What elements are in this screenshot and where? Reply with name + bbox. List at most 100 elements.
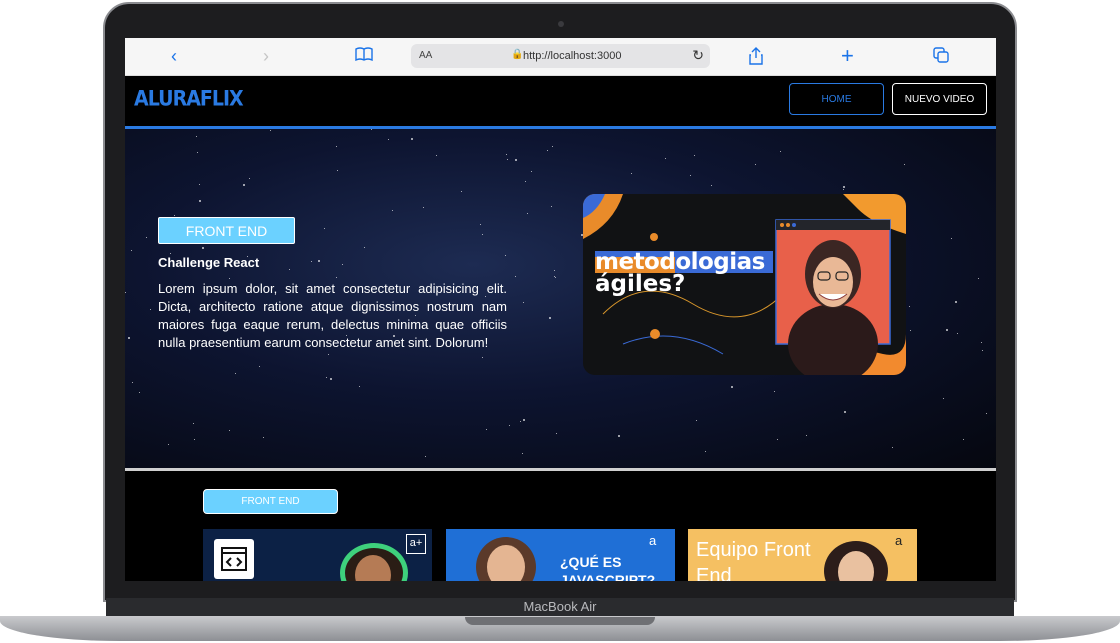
new-tab-icon[interactable]: + (841, 45, 854, 67)
new-video-button[interactable]: NUEVO VIDEO (892, 83, 987, 115)
star (951, 237, 953, 239)
star (198, 183, 200, 185)
home-button[interactable]: HOME (789, 83, 884, 115)
star (485, 428, 487, 430)
browser-toolbar: ‹ › AA 🔒 http://localhost:3000 ↻ + (125, 38, 996, 76)
star (410, 138, 413, 141)
alura-logo-icon: a (895, 533, 903, 548)
star (530, 170, 532, 172)
star (962, 439, 964, 441)
star (523, 419, 526, 421)
video-card[interactable]: Equipo Front End a (688, 529, 917, 581)
star (168, 443, 170, 445)
star (553, 276, 555, 277)
star (481, 357, 483, 359)
star (954, 301, 957, 304)
star (435, 154, 437, 156)
star (843, 411, 846, 414)
star (705, 450, 707, 452)
star (514, 276, 516, 278)
star (195, 136, 197, 138)
star (843, 188, 845, 190)
share-icon[interactable] (748, 47, 764, 68)
star (554, 269, 556, 271)
camera-icon (558, 21, 564, 27)
star (892, 446, 894, 448)
star (258, 365, 260, 367)
star (192, 423, 194, 425)
star (145, 237, 147, 239)
hero-title: Challenge React (158, 255, 260, 270)
star (370, 129, 372, 130)
star (125, 292, 127, 294)
star (777, 438, 779, 440)
star (519, 421, 521, 423)
star (910, 329, 912, 331)
star (981, 349, 983, 351)
star (139, 392, 141, 394)
reload-icon[interactable]: ↻ (692, 47, 704, 64)
star (387, 138, 389, 140)
star (514, 159, 517, 162)
star (269, 129, 271, 131)
reader-icon[interactable]: AA (419, 50, 432, 61)
star (196, 151, 198, 153)
star (509, 424, 511, 426)
star (903, 164, 905, 166)
category-button[interactable]: FRONT END (203, 489, 338, 514)
video-card[interactable]: a+ (203, 529, 432, 581)
video-card[interactable]: ¿QUÉ ES JAVASCRIPT? a (446, 529, 675, 581)
star (128, 336, 131, 339)
star (328, 354, 330, 356)
app-header: ALURAFLIX HOME NUEVO VIDEO (125, 76, 996, 129)
address-bar[interactable]: AA 🔒 http://localhost:3000 ↻ (411, 44, 710, 68)
star (480, 224, 482, 226)
star (547, 150, 549, 152)
star (229, 277, 231, 279)
star (693, 154, 695, 156)
star (521, 452, 523, 454)
star (311, 260, 313, 262)
star (505, 154, 507, 156)
star (262, 437, 264, 439)
hero-category-badge[interactable]: FRONT END (158, 217, 295, 244)
star (731, 385, 734, 388)
hero-video-thumbnail[interactable]: metodologias ágiles? (583, 194, 906, 375)
star (774, 391, 776, 393)
forward-icon[interactable]: › (263, 47, 269, 65)
bookmarks-icon[interactable] (355, 47, 373, 66)
star (202, 247, 205, 250)
star (908, 305, 910, 307)
star (363, 247, 365, 249)
star (423, 206, 425, 208)
star (556, 432, 558, 434)
screen: ‹ › AA 🔒 http://localhost:3000 ↻ + ALURA… (125, 38, 996, 581)
star (779, 151, 781, 153)
star (956, 333, 958, 335)
hero-description: Lorem ipsum dolor, sit amet consectetur … (158, 281, 507, 350)
star (525, 181, 527, 183)
star (945, 328, 948, 331)
star (341, 263, 343, 265)
star (689, 174, 691, 176)
star (696, 420, 698, 422)
star (506, 158, 508, 160)
star (288, 269, 290, 271)
logo[interactable]: ALURAFLIX (134, 87, 244, 111)
address-text: http://localhost:3000 (523, 50, 622, 62)
card-face (487, 545, 525, 581)
hero-banner: FRONT END Challenge React Lorem ipsum do… (125, 129, 996, 468)
thumbnail-line2: ágiles? (595, 271, 686, 297)
star (243, 184, 246, 187)
back-icon[interactable]: ‹ (171, 47, 177, 65)
star (249, 178, 251, 180)
star (324, 228, 326, 230)
tabs-icon[interactable] (933, 47, 949, 66)
device-brand: MacBook Air (523, 599, 597, 614)
laptop-base: MacBook Air (0, 598, 1120, 643)
star (843, 185, 846, 188)
lock-icon: 🔒 (511, 49, 524, 60)
star (664, 157, 666, 159)
star (461, 190, 463, 192)
star (806, 435, 808, 437)
